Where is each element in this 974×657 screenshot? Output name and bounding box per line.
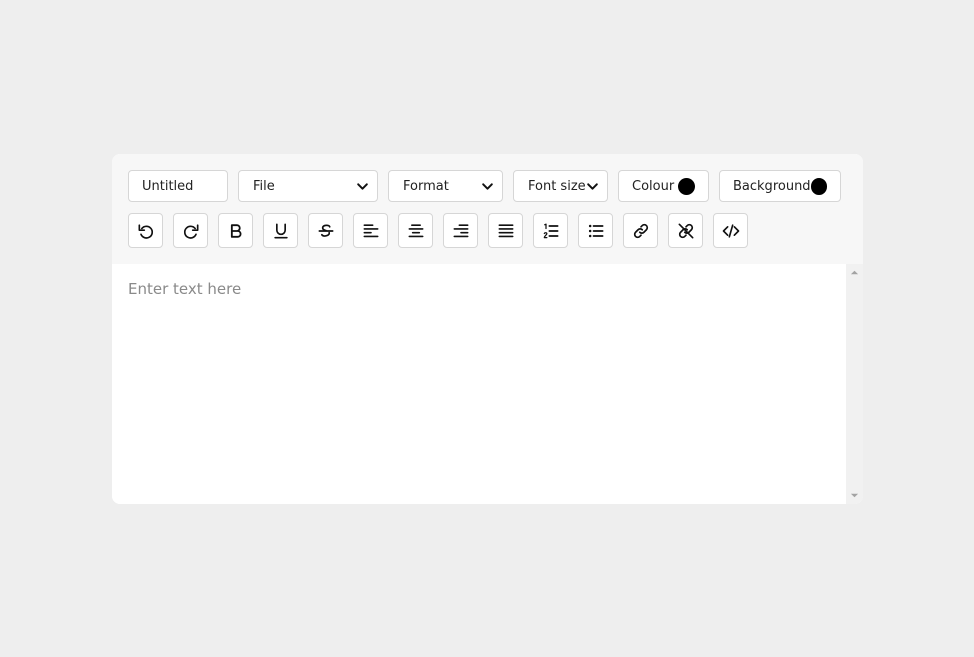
unordered-list-button[interactable] — [578, 213, 613, 248]
format-select-value: Format — [403, 178, 449, 194]
background-colour-label: Background — [733, 178, 811, 194]
chevron-down-icon — [587, 182, 598, 190]
strikethrough-icon — [318, 224, 333, 237]
underline-button[interactable] — [263, 213, 298, 248]
font-size-select[interactable]: Font size — [513, 170, 608, 202]
code-icon — [722, 223, 739, 238]
text-colour-label: Colour — [632, 178, 675, 194]
code-view-button[interactable] — [713, 213, 748, 248]
scroll-up-arrow-icon[interactable] — [850, 268, 859, 277]
text-colour-button[interactable]: Colour — [618, 170, 709, 202]
ordered-list-button[interactable] — [533, 213, 568, 248]
insert-link-button[interactable] — [623, 213, 658, 248]
ordered-list-icon — [543, 223, 558, 238]
align-right-button[interactable] — [443, 213, 478, 248]
bold-button[interactable] — [218, 213, 253, 248]
align-center-button[interactable] — [398, 213, 433, 248]
unordered-list-icon — [588, 224, 603, 237]
strikethrough-button[interactable] — [308, 213, 343, 248]
undo-button[interactable] — [128, 213, 163, 248]
background-colour-swatch — [810, 177, 827, 195]
redo-icon — [183, 223, 198, 239]
bold-icon — [230, 223, 241, 238]
text-editor: File Format Font size Colour Background — [112, 154, 863, 504]
underline-icon — [273, 223, 288, 238]
align-left-button[interactable] — [353, 213, 388, 248]
font-size-select-value: Font size — [528, 178, 586, 194]
align-justify-button[interactable] — [488, 213, 523, 248]
editor-content-area[interactable]: Enter text here — [112, 264, 846, 504]
align-center-icon — [408, 223, 423, 237]
redo-button[interactable] — [173, 213, 208, 248]
editor-scrollbar[interactable] — [846, 264, 863, 504]
undo-icon — [138, 223, 153, 239]
align-right-icon — [453, 223, 468, 237]
text-colour-swatch — [678, 177, 695, 195]
unlink-icon — [678, 223, 693, 238]
document-title-input[interactable] — [128, 170, 228, 202]
link-icon — [633, 223, 648, 238]
remove-link-button[interactable] — [668, 213, 703, 248]
align-left-icon — [363, 223, 378, 237]
chevron-down-icon — [482, 182, 493, 190]
editor-toolbar: File Format Font size Colour Background — [112, 154, 863, 264]
background-colour-button[interactable]: Background — [719, 170, 841, 202]
file-select[interactable]: File — [238, 170, 378, 202]
editor-placeholder: Enter text here — [128, 280, 242, 298]
align-justify-icon — [498, 223, 513, 237]
chevron-down-icon — [357, 182, 368, 190]
scroll-down-arrow-icon[interactable] — [850, 491, 859, 500]
format-select[interactable]: Format — [388, 170, 503, 202]
file-select-value: File — [253, 178, 275, 194]
